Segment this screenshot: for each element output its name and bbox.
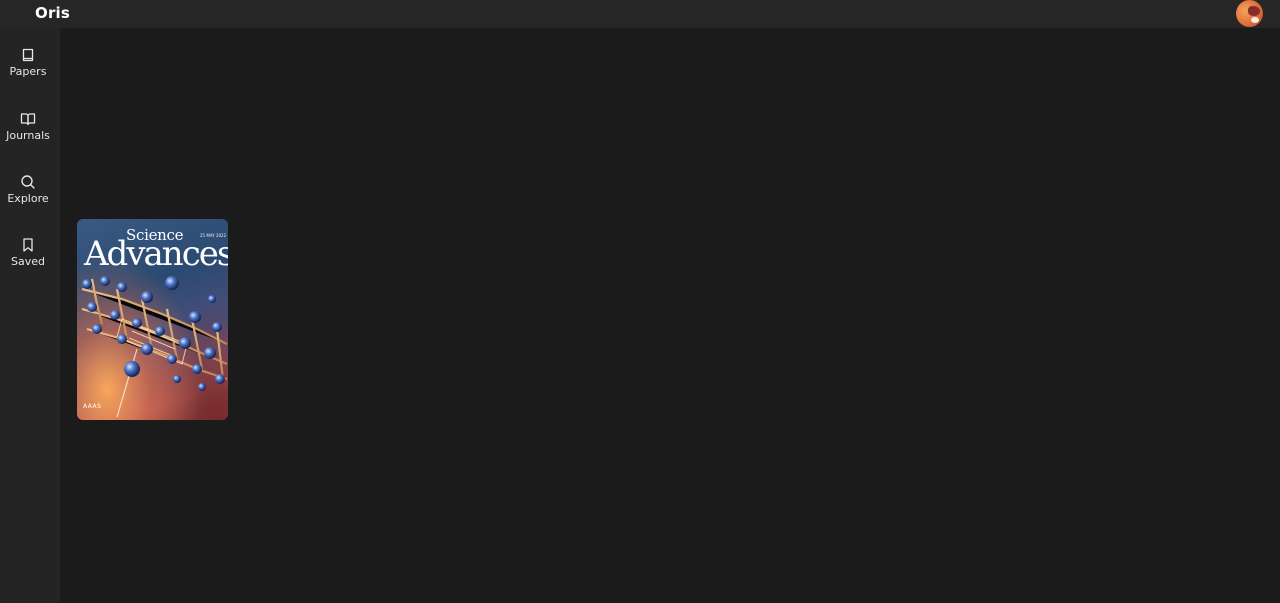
avatar-image-detail [1248, 6, 1260, 16]
open-book-icon [20, 111, 36, 127]
sidebar-item-label: Journals [6, 129, 50, 142]
sidebar-item-label: Saved [11, 255, 45, 268]
sidebar-item-journals[interactable]: Journals [0, 111, 56, 161]
search-icon [20, 174, 36, 190]
sidebar-item-label: Explore [7, 192, 49, 205]
sidebar-item-saved[interactable]: Saved [0, 237, 56, 287]
sidebar: Papers Journals Explore Saved [0, 28, 60, 603]
book-icon [20, 47, 36, 63]
cover-publisher-logo: AAAS [83, 403, 102, 410]
sidebar-item-explore[interactable]: Explore [0, 174, 56, 224]
cover-title-main: Advances [84, 234, 228, 274]
avatar-image-detail-2 [1251, 17, 1259, 23]
bookmark-icon [20, 237, 36, 253]
user-avatar[interactable] [1236, 0, 1263, 27]
app-logo[interactable]: Oris [35, 4, 70, 22]
main-content: Science Advances 25 MAY 2022 AAAS [60, 28, 1280, 603]
top-bar: Oris [0, 0, 1280, 28]
cover-date: 25 MAY 2022 [200, 233, 227, 238]
sidebar-item-label: Papers [9, 65, 47, 78]
journal-cover-card[interactable]: Science Advances 25 MAY 2022 AAAS [77, 219, 228, 420]
sidebar-item-papers[interactable]: Papers [0, 47, 56, 97]
